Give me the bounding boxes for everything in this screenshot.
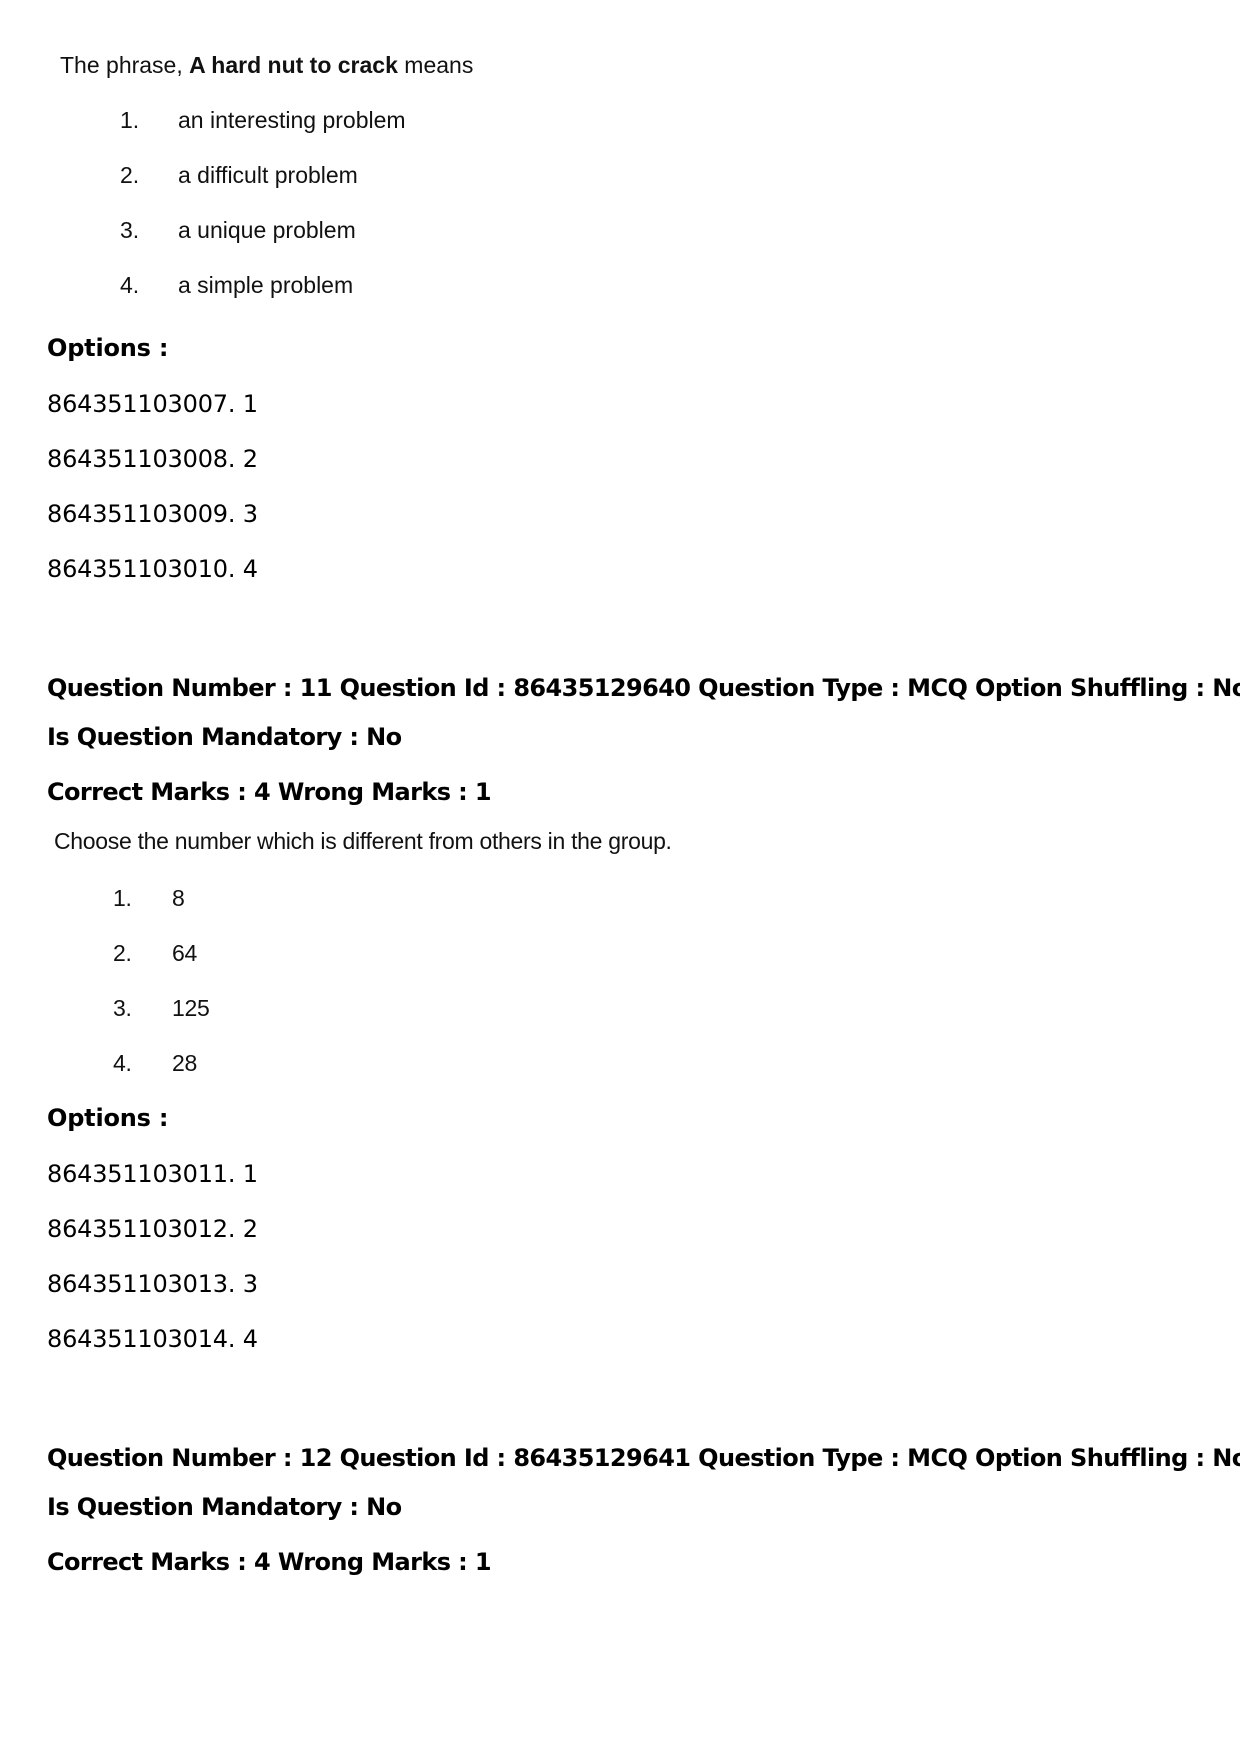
choice-number: 4. [113, 1050, 132, 1076]
question-11-stem: Choose the number which is different fro… [54, 828, 672, 854]
option-item: 864351103008. 2 [47, 445, 258, 473]
choice-number: 2. [120, 162, 140, 188]
choice-text: a difficult problem [178, 162, 358, 188]
choice-number: 3. [120, 217, 140, 243]
stem-prefix: The phrase, [60, 52, 190, 78]
question-12-mandatory: Is Question Mandatory : No [47, 1493, 402, 1521]
choice-text: a unique problem [178, 217, 356, 243]
option-item: 864351103010. 4 [47, 555, 258, 583]
stem-suffix: means [397, 52, 474, 78]
choice-number: 1. [113, 885, 132, 911]
question-11-header: Question Number : 11 Question Id : 86435… [47, 674, 1240, 702]
choice-number: 4. [120, 272, 140, 298]
question-10-stem: The phrase, A hard nut to crack means [60, 52, 473, 79]
choice-text: 125 [172, 995, 210, 1021]
option-item: 864351103014. 4 [47, 1325, 258, 1353]
option-item: 864351103011. 1 [47, 1160, 258, 1188]
option-item: 864351103012. 2 [47, 1215, 258, 1243]
question-12-header: Question Number : 12 Question Id : 86435… [47, 1444, 1240, 1472]
option-item: 864351103007. 1 [47, 390, 258, 418]
choice-number: 2. [113, 940, 132, 966]
question-11-mandatory: Is Question Mandatory : No [47, 723, 402, 751]
choice-number: 1. [120, 107, 140, 133]
choice-text: an interesting problem [178, 107, 406, 133]
stem-phrase-bold: A hard nut to crack [189, 52, 398, 78]
choice-number: 3. [113, 995, 132, 1021]
question-11-marks: Correct Marks : 4 Wrong Marks : 1 [47, 778, 492, 806]
options-label: Options : [47, 1104, 169, 1132]
choice-text: 8 [172, 885, 185, 911]
choice-text: 64 [172, 940, 197, 966]
options-label: Options : [47, 334, 169, 362]
choice-text: 28 [172, 1050, 197, 1076]
option-item: 864351103013. 3 [47, 1270, 258, 1298]
option-item: 864351103009. 3 [47, 500, 258, 528]
question-12-marks: Correct Marks : 4 Wrong Marks : 1 [47, 1548, 492, 1576]
choice-text: a simple problem [178, 272, 354, 298]
